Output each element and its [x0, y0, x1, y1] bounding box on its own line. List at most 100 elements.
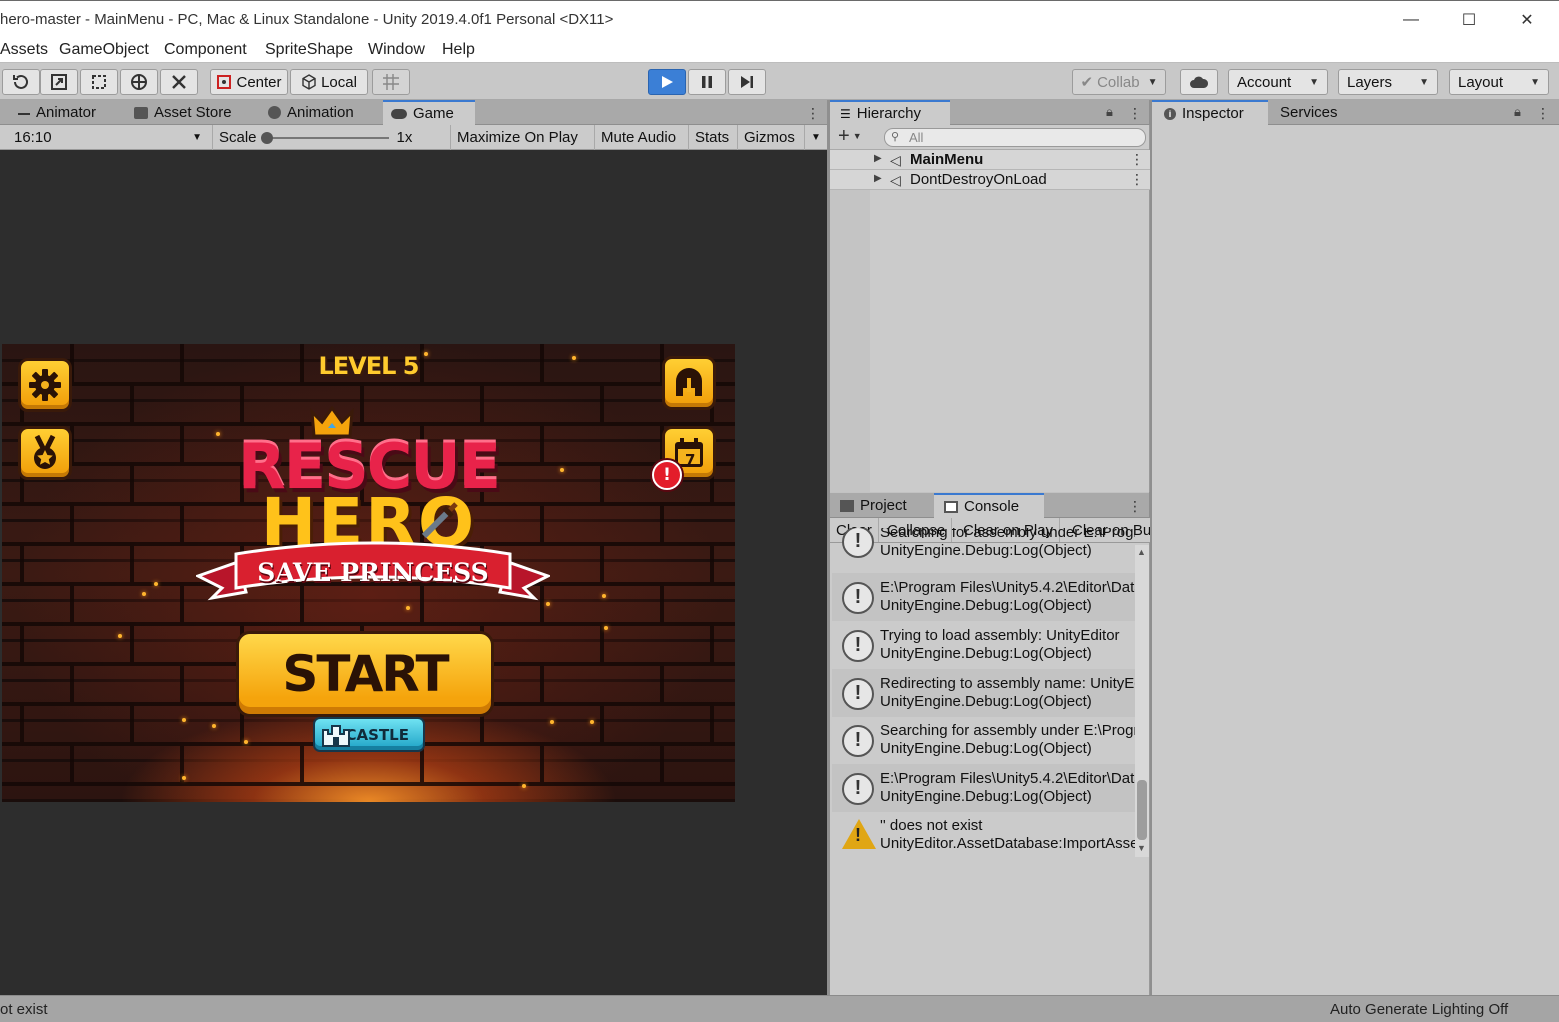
menu-spriteshape[interactable]: SpriteShape	[265, 41, 353, 59]
transform-tool-button[interactable]	[120, 69, 158, 95]
console-entry-trace: UnityEngine.Debug:Log(Object)	[880, 740, 1092, 757]
scroll-down-icon[interactable]: ▼	[1137, 843, 1146, 853]
collab-dropdown[interactable]: ✔ Collab ▼	[1072, 69, 1166, 95]
rect-tool-button[interactable]	[80, 69, 118, 95]
tab-asset-store[interactable]: Asset Store	[120, 100, 254, 125]
tab-hierarchy[interactable]: ☰ Hierarchy	[830, 100, 950, 125]
expand-arrow-icon[interactable]: ▶	[874, 173, 882, 184]
console-entry-message: E:\Program Files\Unity5.4.2\Editor\Data	[880, 770, 1135, 787]
info-icon: !	[842, 630, 874, 662]
hierarchy-item[interactable]: ▶ ◁ DontDestroyOnLoad ⋮	[830, 170, 1150, 190]
lock-icon[interactable]: 🔒︎	[1106, 104, 1113, 120]
scale-slider[interactable]	[260, 131, 389, 145]
menu-assets[interactable]: Assets	[0, 41, 48, 59]
console-entry-message: '' does not exist	[880, 817, 983, 834]
mute-audio-toggle[interactable]: Mute Audio	[594, 125, 682, 150]
stats-toggle[interactable]: Stats	[688, 125, 735, 150]
close-button[interactable]: ✕	[1504, 7, 1550, 33]
menu-component[interactable]: Component	[164, 41, 247, 59]
account-dropdown[interactable]: Account ▼	[1228, 69, 1328, 95]
tab-animation[interactable]: Animation	[254, 100, 382, 125]
info-circle-icon: i	[1164, 107, 1176, 120]
console-entry[interactable]: ! Trying to load assembly: UnityEditor U…	[832, 621, 1135, 669]
lock-icon[interactable]: 🔒︎	[1514, 104, 1521, 120]
scale-tool-button[interactable]	[40, 69, 78, 95]
console-entry[interactable]: ! E:\Program Files\Unity5.4.2\Editor\Dat…	[832, 764, 1135, 812]
hierarchy-item[interactable]: ▶ ◁ MainMenu ⋮	[830, 150, 1150, 170]
console-entry[interactable]: ! Redirecting to assembly name: UnityEdi…	[832, 669, 1135, 717]
tab-animator[interactable]: Animator	[0, 100, 120, 125]
grid-snap-icon	[383, 74, 399, 90]
add-button[interactable]: + ▼	[838, 125, 862, 148]
maximize-button[interactable]: ☐	[1446, 7, 1492, 33]
layout-label: Layout	[1458, 73, 1504, 91]
console-entry[interactable]: ! Searching for assembly under E:\Progra…	[832, 716, 1135, 764]
account-label: Account	[1237, 73, 1292, 91]
pause-button[interactable]	[688, 69, 726, 95]
expand-arrow-icon[interactable]: ▶	[874, 153, 882, 164]
hero-helmet-button[interactable]	[662, 356, 716, 410]
gizmos-toggle[interactable]: Gizmos	[737, 125, 801, 150]
tab-console[interactable]: Console	[934, 493, 1044, 518]
tools-icon	[172, 75, 186, 89]
panel-menu-icon[interactable]: ⋮	[1536, 105, 1550, 122]
console-entry-trace: UnityEngine.Debug:Log(Object)	[880, 693, 1092, 710]
cloud-button[interactable]	[1180, 69, 1218, 95]
pivot-center-button[interactable]: Center	[210, 69, 288, 95]
item-menu-icon[interactable]: ⋮	[1130, 151, 1144, 168]
item-menu-icon[interactable]: ⋮	[1130, 171, 1144, 188]
panel-menu-icon[interactable]: ⋮	[1128, 105, 1142, 122]
scroll-up-icon[interactable]: ▲	[1137, 547, 1146, 557]
start-button[interactable]: START	[236, 631, 494, 717]
sword-icon	[421, 502, 458, 539]
step-button[interactable]	[728, 69, 766, 95]
rotate-tool-button[interactable]	[2, 69, 40, 95]
console-entry-trace: UnityEditor.AssetDatabase:ImportAsset	[880, 835, 1135, 852]
scrollbar-thumb[interactable]	[1137, 780, 1147, 840]
menu-gameobject[interactable]: GameObject	[59, 41, 149, 59]
status-message[interactable]: ot exist	[0, 1001, 48, 1018]
console-entry[interactable]: ! Searching for assembly under E:\Progra…	[832, 528, 1135, 566]
snap-button[interactable]	[372, 69, 410, 95]
console-entry[interactable]: ! '' does not exist UnityEditor.AssetDat…	[832, 811, 1135, 859]
maximize-on-play-toggle[interactable]: Maximize On Play	[450, 125, 584, 150]
animation-icon	[268, 106, 281, 119]
minimize-button[interactable]: —	[1388, 7, 1434, 33]
tab-services-label: Services	[1280, 104, 1338, 121]
panel-menu-icon[interactable]: ⋮	[1128, 498, 1142, 515]
console-entry[interactable]: ! E:\Program Files\Unity5.4.2\Editor\Dat…	[832, 573, 1135, 621]
layout-dropdown[interactable]: Layout ▼	[1449, 69, 1549, 95]
tab-game-label: Game	[413, 105, 454, 122]
hierarchy-search[interactable]: ⚲ All	[884, 128, 1146, 147]
gizmos-dropdown[interactable]: ▼	[804, 125, 827, 150]
menu-help[interactable]: Help	[442, 41, 475, 59]
play-button[interactable]	[648, 69, 686, 95]
console-entry-message: Redirecting to assembly name: UnityEdito…	[880, 675, 1135, 692]
console-entry-trace: UnityEngine.Debug:Log(Object)	[880, 645, 1092, 662]
helmet-icon	[676, 368, 702, 396]
scale-value: 1x	[396, 129, 413, 146]
collab-label: Collab	[1097, 73, 1140, 91]
settings-button[interactable]	[18, 358, 72, 412]
check-icon: ✔	[1080, 74, 1094, 91]
game-scene[interactable]: LEVEL 5 7 ! HERO RESCUE SAVE PRINCESS ST…	[2, 344, 735, 802]
tab-inspector[interactable]: i Inspector	[1152, 100, 1268, 125]
custom-tool-button[interactable]	[160, 69, 198, 95]
pivot-local-button[interactable]: Local	[290, 69, 368, 95]
tab-game[interactable]: Game	[383, 100, 475, 125]
console-scrollbar[interactable]: ▲ ▼	[1135, 545, 1149, 857]
tab-services[interactable]: Services	[1268, 100, 1368, 125]
inspector-tab-strip: i Inspector Services 🔒︎ ⋮	[1152, 100, 1559, 125]
aspect-dropdown[interactable]: 16:10 ▼	[8, 125, 208, 150]
panel-menu-icon[interactable]: ⋮	[806, 105, 820, 122]
scale-slider-handle[interactable]	[260, 131, 273, 144]
main-toolbar: Center Local ✔ Collab ▼ Account ▼ Layers…	[0, 63, 1559, 100]
console-entry-trace: UnityEngine.Debug:Log(Object)	[880, 597, 1092, 614]
tab-project[interactable]: Project	[830, 493, 934, 518]
level-label: LEVEL 5	[318, 352, 419, 380]
tab-project-label: Project	[860, 497, 907, 514]
layers-dropdown[interactable]: Layers ▼	[1338, 69, 1438, 95]
castle-button[interactable]: CASTLE	[313, 717, 425, 752]
ember-particle	[522, 784, 526, 788]
menu-window[interactable]: Window	[368, 41, 425, 59]
